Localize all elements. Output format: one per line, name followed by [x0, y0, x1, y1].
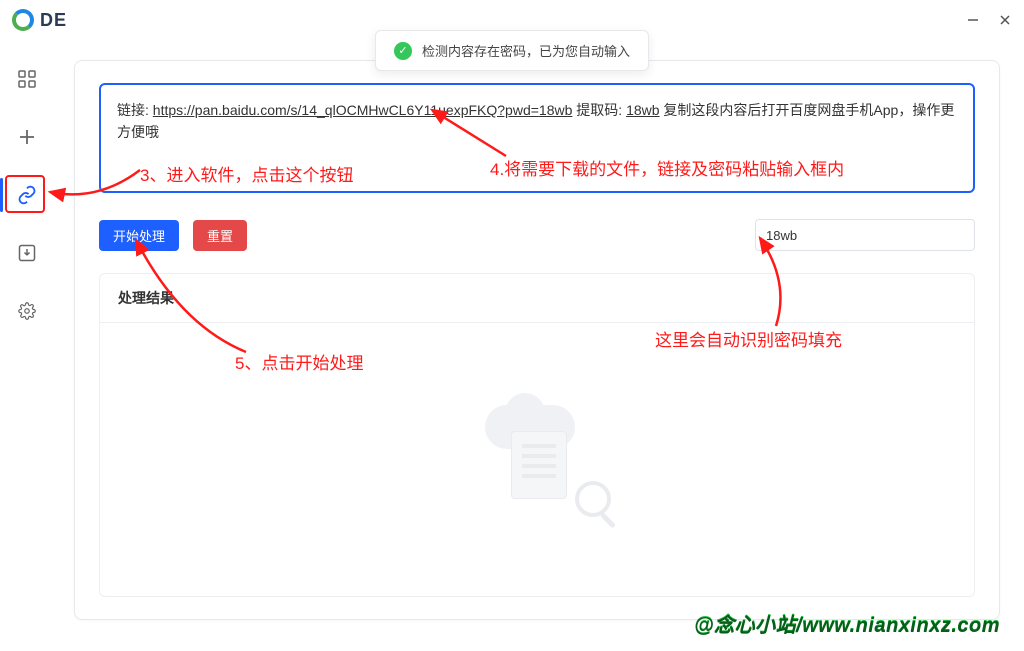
annotation-4: 4.将需要下载的文件，链接及密码粘贴输入框内 — [490, 155, 844, 180]
url-prefix: 链接: — [117, 102, 153, 118]
annotation-3: 3、进入软件，点击这个按钮 — [140, 161, 353, 186]
sidebar-item-settings[interactable] — [12, 296, 42, 326]
minimize-button[interactable] — [966, 13, 980, 27]
window-controls — [966, 13, 1012, 27]
extract-label: 提取码: — [572, 102, 626, 118]
empty-illustration-icon — [467, 405, 607, 515]
sidebar-item-add[interactable] — [12, 122, 42, 152]
close-button[interactable] — [998, 13, 1012, 27]
annotation-6: 这里会自动识别密码填充 — [655, 326, 842, 351]
toast-notification: ✓ 检测内容存在密码，已为您自动输入 — [375, 30, 649, 71]
check-icon: ✓ — [394, 42, 412, 60]
reset-button[interactable]: 重置 — [193, 220, 247, 251]
logo-icon — [12, 9, 34, 31]
password-input[interactable] — [755, 219, 975, 251]
sidebar-item-link[interactable] — [12, 180, 42, 210]
results-empty — [100, 323, 974, 596]
url-part2: /s/14_qlOCMHwCL6Y11uexpFKQ?pwd= — [287, 102, 539, 118]
extract-code: 18wb — [626, 102, 659, 118]
results-box: 处理结果 — [99, 273, 975, 597]
toast-message: 检测内容存在密码，已为您自动输入 — [422, 41, 630, 60]
sidebar — [0, 40, 54, 651]
main-panel: 链接: https://pan.baidu.com/s/14_qlOCMHwCL… — [54, 40, 1024, 651]
sidebar-item-download[interactable] — [12, 238, 42, 268]
start-button[interactable]: 开始处理 — [99, 220, 179, 251]
content-card: 链接: https://pan.baidu.com/s/14_qlOCMHwCL… — [74, 60, 1000, 620]
button-row: 开始处理 重置 — [99, 219, 975, 251]
url-part1: https://pan.baidu.com — [153, 102, 287, 118]
app-logo: DE — [12, 9, 67, 31]
annotation-5: 5、点击开始处理 — [235, 349, 363, 374]
sidebar-item-apps[interactable] — [12, 64, 42, 94]
results-title: 处理结果 — [100, 274, 974, 323]
url-part3: 18wb — [539, 102, 572, 118]
app-name: DE — [40, 10, 67, 31]
